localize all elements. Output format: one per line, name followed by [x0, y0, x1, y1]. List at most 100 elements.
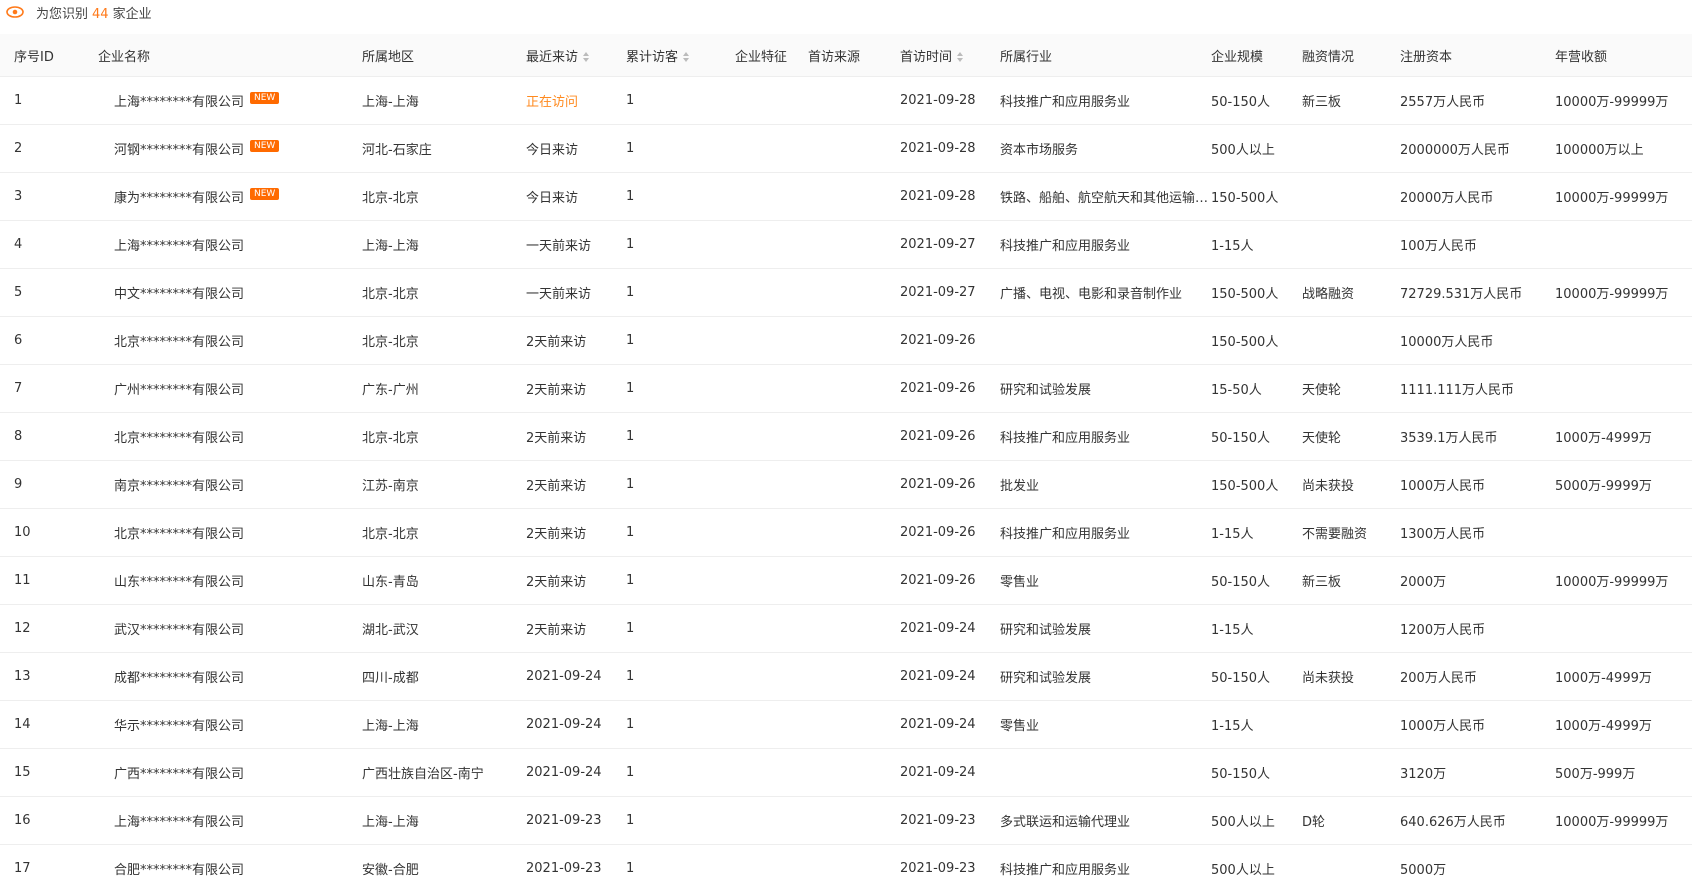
col-header-visits[interactable]: 累计访客	[626, 34, 725, 77]
table-row[interactable]: 4 上海********有限公司 上海-上海 一天前来访 1 2021-09-27 科技推广…	[0, 220, 1692, 269]
cell-name[interactable]: 北京********有限公司	[88, 316, 356, 365]
cell-first: 2021-09-28	[890, 124, 990, 173]
cell-scale: 1-15人	[1209, 508, 1302, 557]
cell-revenue: 500万-999万	[1555, 748, 1692, 797]
table-row[interactable]: 17 合肥********有限公司 安徽-合肥 2021-09-23 1 2021-09-…	[0, 844, 1692, 881]
cell-name[interactable]: 康为********有限公司 NEW	[88, 172, 356, 221]
table-row[interactable]: 12 武汉********有限公司 湖北-武汉 2天前来访 1 2021-09-24 研究和…	[0, 604, 1692, 653]
region-text: 广西壮族自治区-南宁	[362, 767, 484, 782]
cell-feature	[725, 556, 808, 605]
table-row[interactable]: 14 华示********有限公司 上海-上海 2021-09-24 1 2021-09-…	[0, 700, 1692, 749]
scale-text: 50-150人	[1211, 671, 1271, 686]
cell-name[interactable]: 华示********有限公司	[88, 700, 356, 749]
table-row[interactable]: 8 北京********有限公司 北京-北京 2天前来访 1 2021-09-26 科技推广…	[0, 412, 1692, 461]
cell-capital: 2000万	[1400, 556, 1555, 605]
table-row[interactable]: 7 广州********有限公司 广东-广州 2天前来访 1 2021-09-26 研究和试…	[0, 364, 1692, 413]
table-row[interactable]: 15 广西********有限公司 广西壮族自治区-南宁 2021-09-24 1 202…	[0, 748, 1692, 797]
capital-text: 100万人民币	[1400, 239, 1477, 254]
recent-text: 一天前来访	[526, 239, 592, 254]
revenue-text: 5000万-9999万	[1555, 479, 1652, 494]
recent-text: 2021-09-24	[526, 765, 602, 780]
cell-id: 12	[0, 604, 88, 653]
cell-name[interactable]: 山东********有限公司	[88, 556, 356, 605]
table-row[interactable]: 2 河钢********有限公司 NEW 河北-石家庄 今日来访 1 2021-09-28 资…	[0, 124, 1692, 173]
capital-text: 2000万	[1400, 575, 1447, 590]
table-row[interactable]: 13 成都********有限公司 四川-成都 2021-09-24 1 2021-09-…	[0, 652, 1692, 701]
cell-name[interactable]: 广西********有限公司	[88, 748, 356, 797]
cell-name[interactable]: 成都********有限公司	[88, 652, 356, 701]
sort-icon[interactable]	[682, 51, 690, 63]
cell-name[interactable]: 北京********有限公司	[88, 412, 356, 461]
cell-name[interactable]: 武汉********有限公司	[88, 604, 356, 653]
cell-first: 2021-09-23	[890, 844, 990, 881]
cell-financing	[1302, 700, 1400, 749]
cell-revenue: 5000万-9999万	[1555, 460, 1692, 509]
cell-first: 2021-09-24	[890, 604, 990, 653]
cell-financing	[1302, 124, 1400, 173]
cell-name[interactable]: 广州********有限公司	[88, 364, 356, 413]
cell-name[interactable]: 南京********有限公司	[88, 460, 356, 509]
scale-text: 150-500人	[1211, 287, 1279, 302]
cell-name[interactable]: 河钢********有限公司 NEW	[88, 124, 356, 173]
cell-name[interactable]: 中文********有限公司	[88, 268, 356, 317]
industry-text: 零售业	[1000, 575, 1040, 590]
first-text: 2021-09-26	[900, 429, 976, 444]
cell-name[interactable]: 上海********有限公司 NEW	[88, 76, 356, 125]
cell-id: 3	[0, 172, 88, 221]
col-header-recent[interactable]: 最近来访	[526, 34, 626, 77]
cell-financing: D轮	[1302, 796, 1400, 845]
cell-id: 15	[0, 748, 88, 797]
revenue-text: 100000万以上	[1555, 143, 1644, 158]
cell-name[interactable]: 北京********有限公司	[88, 508, 356, 557]
cell-financing: 尚未获投	[1302, 460, 1400, 509]
sort-icon[interactable]	[956, 51, 964, 63]
cell-first: 2021-09-24	[890, 700, 990, 749]
region-text: 安徽-合肥	[362, 863, 419, 878]
table-row[interactable]: 10 北京********有限公司 北京-北京 2天前来访 1 2021-09-26 科技推…	[0, 508, 1692, 557]
company-table-wrapper[interactable]: 序号ID 企业名称 所属地区 最近来访 累计访客 企业特征 首访来源 首访时间 …	[0, 34, 1692, 881]
table-row[interactable]: 3 康为********有限公司 NEW 北京-北京 今日来访 1 2021-09-28 铁路…	[0, 172, 1692, 221]
scale-text: 1-15人	[1211, 527, 1254, 542]
cell-region: 四川-成都	[356, 652, 526, 701]
table-row[interactable]: 16 上海********有限公司 上海-上海 2021-09-23 1 2021-09-…	[0, 796, 1692, 845]
scale-text: 150-500人	[1211, 335, 1279, 350]
col-header-first[interactable]: 首访时间	[890, 34, 990, 77]
table-row[interactable]: 1 上海********有限公司 NEW 上海-上海 正在访问 1 2021-09-28 科技…	[0, 76, 1692, 125]
financing-text: 天使轮	[1302, 383, 1342, 398]
cell-capital: 10000万人民币	[1400, 316, 1555, 365]
id-text: 15	[14, 765, 31, 780]
financing-text: 不需要融资	[1302, 527, 1368, 542]
cell-recent: 正在访问	[526, 76, 626, 125]
table-row[interactable]: 11 山东********有限公司 山东-青岛 2天前来访 1 2021-09-26 零售业…	[0, 556, 1692, 605]
table-row[interactable]: 9 南京********有限公司 江苏-南京 2天前来访 1 2021-09-26 批发业 1…	[0, 460, 1692, 509]
cell-source	[808, 460, 890, 509]
cell-source	[808, 412, 890, 461]
cell-source	[808, 796, 890, 845]
scale-text: 150-500人	[1211, 191, 1279, 206]
cell-name[interactable]: 上海********有限公司	[88, 796, 356, 845]
new-badge: NEW	[250, 140, 280, 152]
id-text: 1	[14, 93, 23, 108]
cell-id: 6	[0, 316, 88, 365]
revenue-text: 10000万-99999万	[1555, 191, 1669, 206]
table-row[interactable]: 5 中文********有限公司 北京-北京 一天前来访 1 2021-09-27 广播、电…	[0, 268, 1692, 317]
cell-name[interactable]: 合肥********有限公司	[88, 844, 356, 881]
cell-source	[808, 508, 890, 557]
cell-source	[808, 172, 890, 221]
name-text: 广州********有限公司	[114, 383, 245, 398]
cell-feature	[725, 220, 808, 269]
cell-scale: 1-15人	[1209, 220, 1302, 269]
capital-text: 5000万	[1400, 863, 1447, 878]
cell-name[interactable]: 上海********有限公司	[88, 220, 356, 269]
industry-text: 研究和试验发展	[1000, 623, 1092, 638]
first-text: 2021-09-26	[900, 573, 976, 588]
col-header-first-label: 首访时间	[900, 49, 953, 65]
sort-icon[interactable]	[582, 51, 590, 63]
recent-text: 2021-09-23	[526, 861, 602, 876]
first-text: 2021-09-24	[900, 717, 976, 732]
visits-text: 1	[626, 93, 635, 108]
cell-feature	[725, 460, 808, 509]
cell-capital: 5000万	[1400, 844, 1555, 881]
cell-revenue: 1000万-4999万	[1555, 700, 1692, 749]
table-row[interactable]: 6 北京********有限公司 北京-北京 2天前来访 1 2021-09-26 150-…	[0, 316, 1692, 365]
